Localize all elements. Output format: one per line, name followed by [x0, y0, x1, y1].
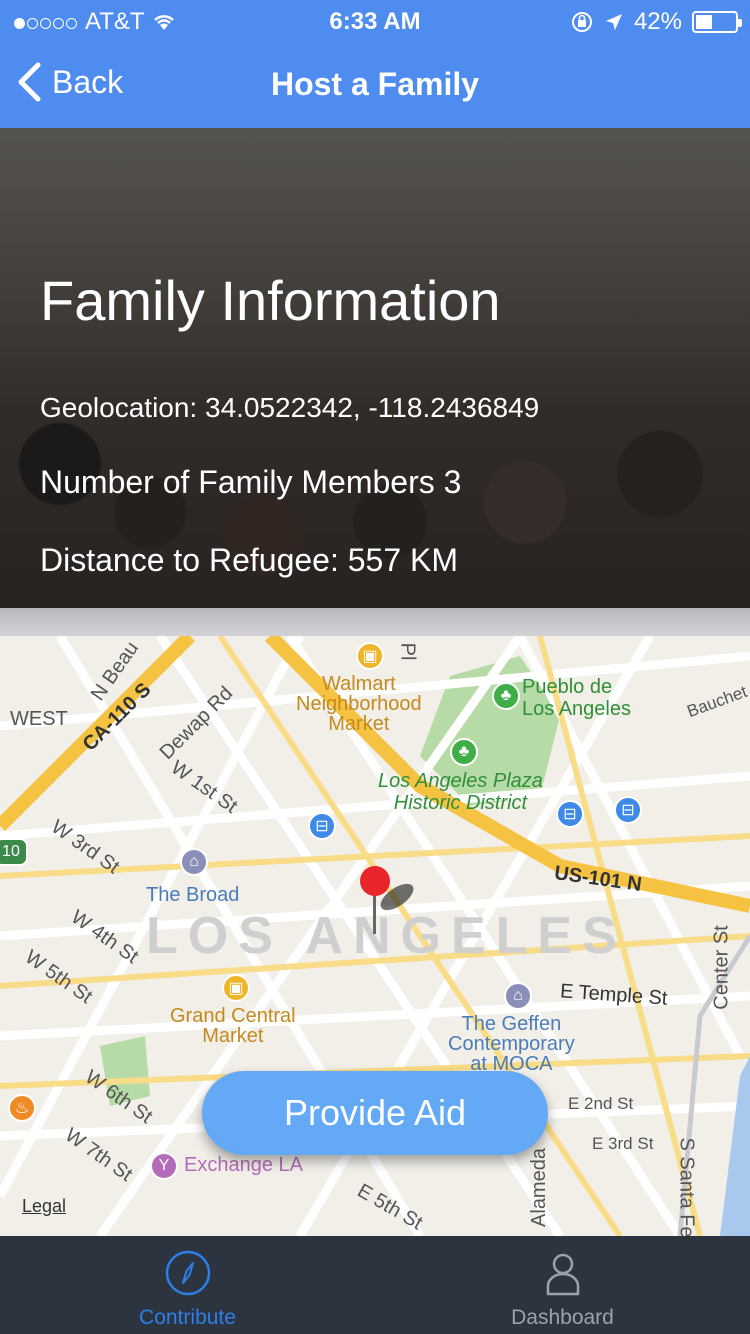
museum-icon[interactable]: ⌂ [180, 848, 208, 876]
page-title: Host a Family [270, 66, 480, 102]
tab-dashboard[interactable]: Dashboard [375, 1236, 750, 1334]
restaurant-icon[interactable]: ♨ [8, 1094, 36, 1122]
tab-bar: Contribute Dashboard [0, 1236, 750, 1334]
battery-icon [692, 11, 742, 33]
distance-text: Distance to Refugee: 557 KM [40, 542, 459, 578]
label-west: WEST [10, 708, 68, 730]
label-pueblo: Pueblo de Los Angeles [522, 676, 631, 720]
label-grand-central: Grand Central Market [170, 1005, 296, 1047]
label-e-3rd: E 3rd St [592, 1134, 654, 1153]
label-walmart: Walmart Neighborhood Market [296, 673, 422, 735]
map-view[interactable]: WEST N Beau CA-110 S Dewap Rd W 1st St W… [0, 636, 750, 1236]
freeway-shield-10: 10 [0, 838, 28, 866]
label-s-santa-fe: S Santa Fe [675, 1137, 698, 1236]
status-bar: AT&T 6:33 AM 42% [0, 0, 750, 40]
geolocation-text: Geolocation: 34.0522342, -118.2436849 [40, 392, 540, 423]
museum-icon-2[interactable]: ⌂ [504, 982, 532, 1010]
separator-band [0, 608, 750, 636]
rotation-lock-icon [571, 12, 592, 32]
shopping-bag-icon-2[interactable]: ▣ [222, 974, 250, 1002]
family-info-banner: Family Information Geolocation: 34.05223… [0, 128, 750, 608]
pin-stick [373, 894, 376, 934]
location-arrow-icon [605, 14, 622, 30]
label-geffen: The Geffen Contemporary at MOCA [448, 1013, 575, 1075]
transit-icon-3[interactable]: ⊟ [614, 796, 642, 824]
status-right: 42% [570, 8, 742, 36]
label-alameda: Alameda [527, 1148, 550, 1227]
tab-contribute[interactable]: Contribute [0, 1236, 375, 1334]
label-the-broad: The Broad [146, 884, 240, 906]
provide-aid-button[interactable]: Provide Aid [202, 1071, 548, 1155]
label-pl: Pl [396, 642, 419, 661]
park-tree-icon-2[interactable]: ♣ [450, 738, 478, 766]
tab-contribute-label: Contribute [139, 1306, 236, 1329]
label-center-st: Center St [710, 925, 733, 1010]
label-e-2nd: E 2nd St [568, 1094, 634, 1113]
transit-icon-2[interactable]: ⊟ [556, 800, 584, 828]
tab-dashboard-label: Dashboard [511, 1306, 614, 1329]
label-los-angeles: LOS ANGELES [146, 907, 627, 965]
location-pin-icon[interactable] [360, 866, 390, 896]
label-plaza: Los Angeles Plaza Historic District [378, 770, 543, 814]
section-heading: Family Information [40, 269, 501, 332]
legal-link[interactable]: Legal [22, 1196, 66, 1217]
transit-icon-1[interactable]: ⊟ [308, 812, 336, 840]
compass-icon [165, 1250, 210, 1296]
navigation-bar: AT&T 6:33 AM 42% Back Host a Family [0, 0, 750, 128]
park-tree-icon[interactable]: ♣ [492, 682, 520, 710]
shopping-bag-icon[interactable]: ▣ [356, 642, 384, 670]
family-members-text: Number of Family Members 3 [40, 464, 462, 500]
nightlife-icon[interactable]: Y [150, 1152, 178, 1180]
person-icon [546, 1253, 579, 1296]
battery-percent: 42% [633, 8, 682, 35]
label-exchange-la: Exchange LA [184, 1154, 303, 1176]
